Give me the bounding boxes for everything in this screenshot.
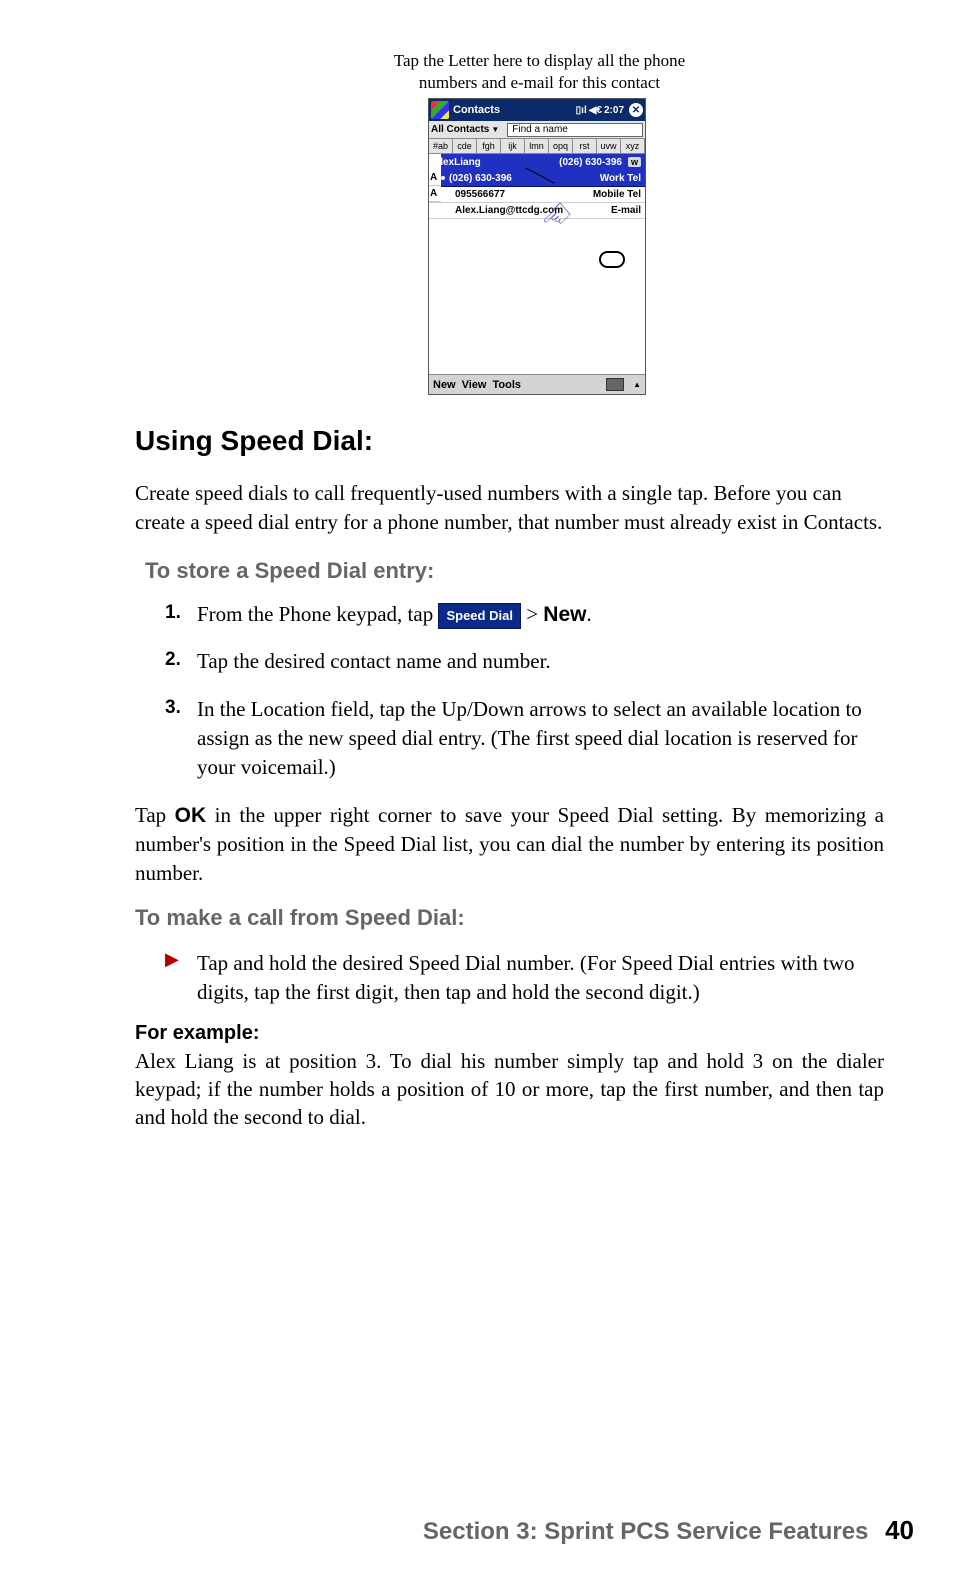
ui-label-ok: OK xyxy=(175,804,207,827)
ui-label-new: New xyxy=(543,603,586,626)
alpha-tab: xyz xyxy=(621,139,645,153)
close-icon: ✕ xyxy=(629,103,643,117)
menu-tools: Tools xyxy=(493,379,522,391)
title-bar: Contacts ▯ıl ◀€ 2:07 ✕ xyxy=(429,99,645,121)
status-icons: ▯ıl ◀€ 2:07 ✕ xyxy=(576,103,643,117)
partial-contact-initial: A xyxy=(429,170,441,186)
alpha-tab: rst xyxy=(573,139,597,153)
alpha-tab: uvw xyxy=(597,139,621,153)
step-3: 3. In the Location field, tap the Up/Dow… xyxy=(165,695,884,783)
filter-label: All Contacts xyxy=(431,124,489,135)
app-title: Contacts xyxy=(453,104,576,116)
step-1: 1. From the Phone keypad, tap Speed Dial… xyxy=(165,600,884,629)
page-footer: Section 3: Sprint PCS Service Features 4… xyxy=(423,1515,914,1546)
example-paragraph: Alex Liang is at position 3. To dial his… xyxy=(135,1047,884,1132)
bullet-item: ▶ Tap and hold the desired Speed Dial nu… xyxy=(135,949,884,1008)
figure-caption: Tap the Letter here to display all the p… xyxy=(135,50,884,94)
text: Tap xyxy=(135,803,175,827)
detail-row: 095566677 Mobile Tel xyxy=(429,187,645,203)
partial-contact-initial: A xyxy=(429,186,441,202)
steps-list: 1. From the Phone keypad, tap Speed Dial… xyxy=(135,600,884,783)
clock-text: 2:07 xyxy=(604,105,624,116)
keyboard-icon xyxy=(606,378,624,391)
step-number: 3. xyxy=(165,695,181,722)
menu-view: View xyxy=(462,379,487,391)
partial-contacts-column: A A xyxy=(429,154,441,202)
alpha-tab: lmn xyxy=(525,139,549,153)
alpha-tab: ijk xyxy=(501,139,525,153)
step-2: 2. Tap the desired contact name and numb… xyxy=(165,647,884,676)
filter-row: All Contacts ▼ Find a name xyxy=(429,121,645,139)
step-text: > xyxy=(521,602,543,626)
detail-label: E-mail xyxy=(611,205,641,216)
alpha-tab: cde xyxy=(453,139,477,153)
store-entry-heading: To store a Speed Dial entry: xyxy=(145,558,884,584)
detail-value: 095566677 xyxy=(455,189,505,200)
dropdown-icon: ▼ xyxy=(491,125,499,134)
alpha-tab: #ab xyxy=(429,139,453,153)
signal-icon: ▯ıl xyxy=(576,105,587,116)
intro-paragraph: Create speed dials to call frequently-us… xyxy=(135,479,884,536)
start-flag-icon xyxy=(431,101,449,119)
quickmenu-phone: (026) 630-396 xyxy=(449,173,512,184)
triangle-bullet-icon: ▶ xyxy=(165,949,193,970)
alpha-tab: opq xyxy=(549,139,573,153)
step-text: From the Phone keypad, tap xyxy=(197,602,438,626)
bullet-text: Tap and hold the desired Speed Dial numb… xyxy=(197,949,876,1008)
step-text: In the Location field, tap the Up/Down a… xyxy=(197,697,862,780)
page-number: 40 xyxy=(885,1515,914,1545)
find-name-box: Find a name xyxy=(507,123,643,137)
caption-line2: numbers and e-mail for this contact xyxy=(419,73,660,92)
step-text: Tap the desired contact name and number. xyxy=(197,649,551,673)
pda-screenshot: Contacts ▯ıl ◀€ 2:07 ✕ All Contacts ▼ Fi… xyxy=(428,98,646,395)
contact-type-tag: w xyxy=(628,157,641,167)
example-heading: For example: xyxy=(135,1022,884,1045)
bullet-icon xyxy=(441,176,445,180)
bottom-menu-bar: New View Tools ▲ xyxy=(429,374,645,394)
step-text: . xyxy=(586,602,591,626)
section-heading: Using Speed Dial: xyxy=(135,425,884,457)
tap-ok-paragraph: Tap OK in the upper right corner to save… xyxy=(135,801,884,887)
list-whitespace xyxy=(429,219,645,374)
device-figure: Contacts ▯ıl ◀€ 2:07 ✕ All Contacts ▼ Fi… xyxy=(135,98,884,395)
footer-section-title: Section 3: Sprint PCS Service Features xyxy=(423,1518,869,1545)
step-number: 1. xyxy=(165,600,181,627)
alpha-tabs: #ab cde fgh ijk lmn opq rst uvw xyz xyxy=(429,139,645,154)
contact-phone: (026) 630-396 xyxy=(559,157,622,168)
alpha-tab: fgh xyxy=(477,139,501,153)
speaker-icon: ◀€ xyxy=(589,105,602,116)
selected-contact-row: AlexLiang (026) 630-396 w xyxy=(429,154,645,170)
menu-new: New xyxy=(433,379,456,391)
make-call-heading: To make a call from Speed Dial: xyxy=(135,905,884,931)
text: in the upper right corner to save your S… xyxy=(135,803,884,885)
step-number: 2. xyxy=(165,647,181,674)
quickmenu-label: Work Tel xyxy=(600,173,641,184)
find-placeholder: Find a name xyxy=(512,124,568,135)
speed-dial-button-graphic: Speed Dial xyxy=(438,603,520,629)
detail-label: Mobile Tel xyxy=(593,189,641,200)
up-arrow-icon: ▲ xyxy=(633,380,641,389)
caption-line1: Tap the Letter here to display all the p… xyxy=(394,51,685,70)
